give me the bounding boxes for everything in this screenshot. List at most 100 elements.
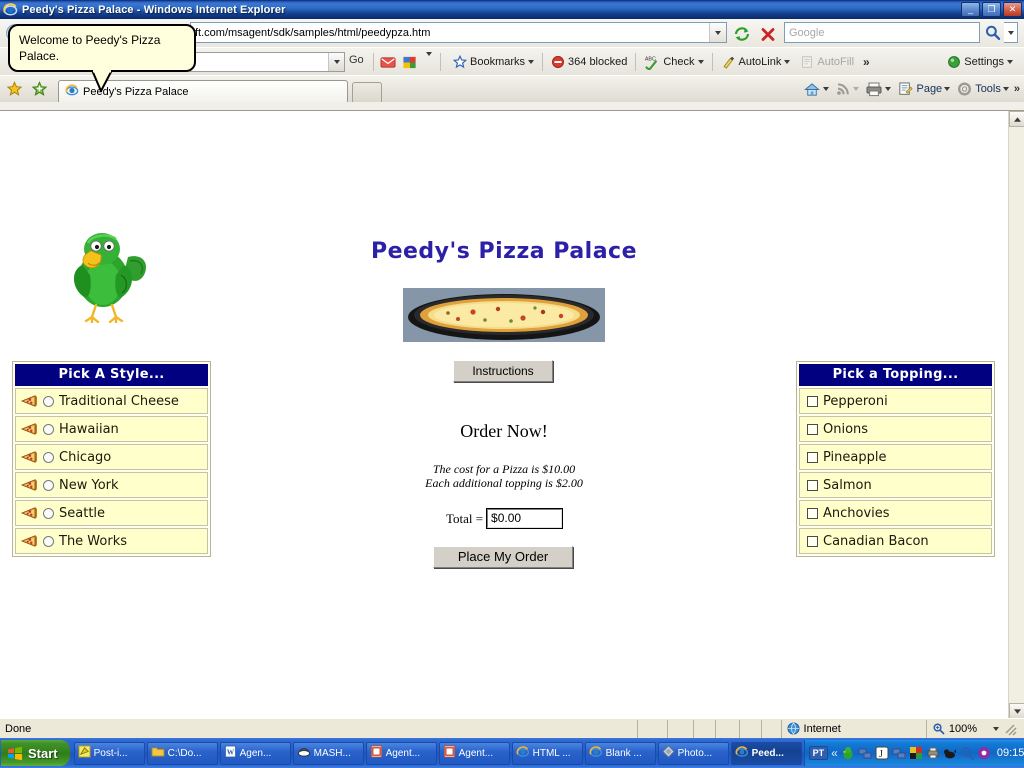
taskbar-item[interactable]: W Agen...: [219, 741, 291, 765]
topping-option-row[interactable]: Onions: [799, 416, 992, 442]
topping-option-row[interactable]: Salmon: [799, 472, 992, 498]
agent-speech-balloon[interactable]: Welcome to Peedy's Pizza Palace.: [8, 24, 196, 72]
tray-expand-button[interactable]: «: [831, 746, 838, 760]
print-button[interactable]: [862, 81, 894, 97]
taskbar-item[interactable]: MASH...: [292, 741, 364, 765]
search-icon[interactable]: [984, 24, 1002, 44]
page-scrollbar-vertical[interactable]: [1008, 111, 1024, 718]
taskbar-item[interactable]: Blank ...: [584, 741, 656, 765]
topping-checkbox[interactable]: [807, 479, 818, 491]
style-option-row[interactable]: New York: [15, 472, 208, 498]
tray-search-icon[interactable]: [960, 746, 974, 760]
feeds-button[interactable]: [832, 81, 862, 97]
pick-a-style-header: Pick A Style...: [15, 364, 208, 386]
topping-option-row[interactable]: Canadian Bacon: [799, 528, 992, 554]
start-button[interactable]: Start: [1, 740, 70, 766]
search-options-dropdown[interactable]: [1004, 22, 1018, 43]
taskbar-item[interactable]: C:\Do...: [146, 741, 218, 765]
tray-color-icon[interactable]: [909, 746, 923, 760]
search-input[interactable]: Google: [784, 22, 980, 43]
google-autofill-button[interactable]: AutoFill: [795, 50, 859, 74]
refresh-button[interactable]: [731, 23, 753, 45]
zoom-dropdown-icon[interactable]: [993, 726, 1000, 731]
taskbar-item[interactable]: HTML ...: [511, 741, 583, 765]
pizza-slice-icon: [20, 506, 38, 520]
topping-checkbox[interactable]: [807, 535, 818, 547]
google-search-dropdown-icon[interactable]: [328, 53, 344, 71]
google-autolink-button[interactable]: AutoLink: [716, 50, 796, 74]
topping-checkbox[interactable]: [807, 507, 818, 519]
google-toolbar-overflow-button[interactable]: »: [859, 55, 870, 69]
taskbar-item[interactable]: Peed...: [730, 741, 802, 765]
command-bar-overflow-button[interactable]: »: [1012, 83, 1020, 95]
instructions-button[interactable]: Instructions: [453, 360, 553, 382]
add-to-favorites-icon[interactable]: [28, 78, 50, 100]
google-blocked-button[interactable]: 364 blocked: [546, 50, 632, 74]
google-apps-caret-icon[interactable]: [421, 52, 437, 68]
google-apps-icon[interactable]: [399, 51, 421, 73]
tray-agent-icon[interactable]: [841, 746, 855, 760]
scroll-down-button[interactable]: [1009, 703, 1024, 718]
topping-checkbox[interactable]: [807, 423, 818, 435]
google-gmail-icon[interactable]: [377, 51, 399, 73]
taskbar-item-label: Blank ...: [605, 747, 642, 759]
restore-button[interactable]: ❐: [982, 2, 1001, 17]
style-option-row[interactable]: Seattle: [15, 500, 208, 526]
peedy-agent-character[interactable]: [58, 223, 154, 325]
stop-button[interactable]: [757, 23, 779, 45]
google-go-button[interactable]: Go: [349, 54, 364, 66]
style-option-row[interactable]: Chicago: [15, 444, 208, 470]
new-tab-button[interactable]: [352, 82, 382, 102]
tray-printer-icon[interactable]: [926, 746, 940, 760]
style-radio-button[interactable]: [43, 507, 54, 519]
system-clock[interactable]: 09:15: [997, 747, 1024, 759]
page-menu-button[interactable]: Page: [894, 81, 953, 97]
home-button[interactable]: [800, 81, 832, 98]
security-zone-indicator[interactable]: Internet: [780, 719, 926, 738]
taskbar-item-label: HTML ...: [532, 747, 571, 759]
tray-java-icon[interactable]: J: [875, 746, 889, 760]
google-check-button[interactable]: ABC Check: [639, 50, 708, 74]
windows-logo-icon: [8, 746, 22, 760]
style-radio-button[interactable]: [43, 395, 54, 407]
scroll-up-button[interactable]: [1009, 111, 1024, 127]
close-button[interactable]: ✕: [1003, 2, 1022, 17]
language-indicator[interactable]: PT: [808, 746, 829, 760]
style-option-row[interactable]: Traditional Cheese: [15, 388, 208, 414]
taskbar-item[interactable]: Agent...: [438, 741, 510, 765]
address-dropdown-icon[interactable]: [709, 23, 726, 42]
taskbar-item[interactable]: Photo...: [657, 741, 729, 765]
style-radio-button[interactable]: [43, 535, 54, 547]
powerpoint-icon: [443, 745, 456, 761]
style-radio-button[interactable]: [43, 451, 54, 463]
tray-pet-icon[interactable]: [943, 746, 957, 760]
status-cell-3: [692, 719, 715, 738]
tray-network-2-icon[interactable]: [892, 746, 906, 760]
total-input[interactable]: $0.00: [486, 508, 564, 529]
tray-volume-icon[interactable]: [977, 746, 991, 760]
address-input[interactable]: ft.com/msagent/sdk/samples/html/peedypza…: [190, 22, 727, 43]
tray-network-icon[interactable]: [858, 746, 872, 760]
topping-checkbox[interactable]: [807, 395, 818, 407]
taskbar-item[interactable]: Post-i...: [73, 741, 145, 765]
google-search-input[interactable]: [190, 52, 345, 72]
topping-checkbox[interactable]: [807, 451, 818, 463]
style-radio-button[interactable]: [43, 479, 54, 491]
tools-menu-button[interactable]: Tools: [953, 81, 1012, 97]
style-option-row[interactable]: The Works: [15, 528, 208, 554]
zoom-level-control[interactable]: 100%: [925, 719, 1024, 738]
google-settings-button[interactable]: Settings: [942, 50, 1018, 74]
favorites-center-icon[interactable]: [3, 78, 25, 100]
topping-option-row[interactable]: Pineapple: [799, 444, 992, 470]
minimize-button[interactable]: _: [961, 2, 980, 17]
taskbar-item[interactable]: Agent...: [365, 741, 437, 765]
ie-icon: [589, 745, 603, 761]
topping-option-row[interactable]: Pepperoni: [799, 388, 992, 414]
topping-option-row[interactable]: Anchovies: [799, 500, 992, 526]
resize-grip-icon[interactable]: [1003, 722, 1017, 736]
place-my-order-button[interactable]: Place My Order: [433, 546, 573, 568]
style-option-row[interactable]: Hawaiian: [15, 416, 208, 442]
style-option-label: The Works: [59, 533, 128, 549]
style-radio-button[interactable]: [43, 423, 54, 435]
google-bookmarks-button[interactable]: Bookmarks: [448, 50, 539, 74]
